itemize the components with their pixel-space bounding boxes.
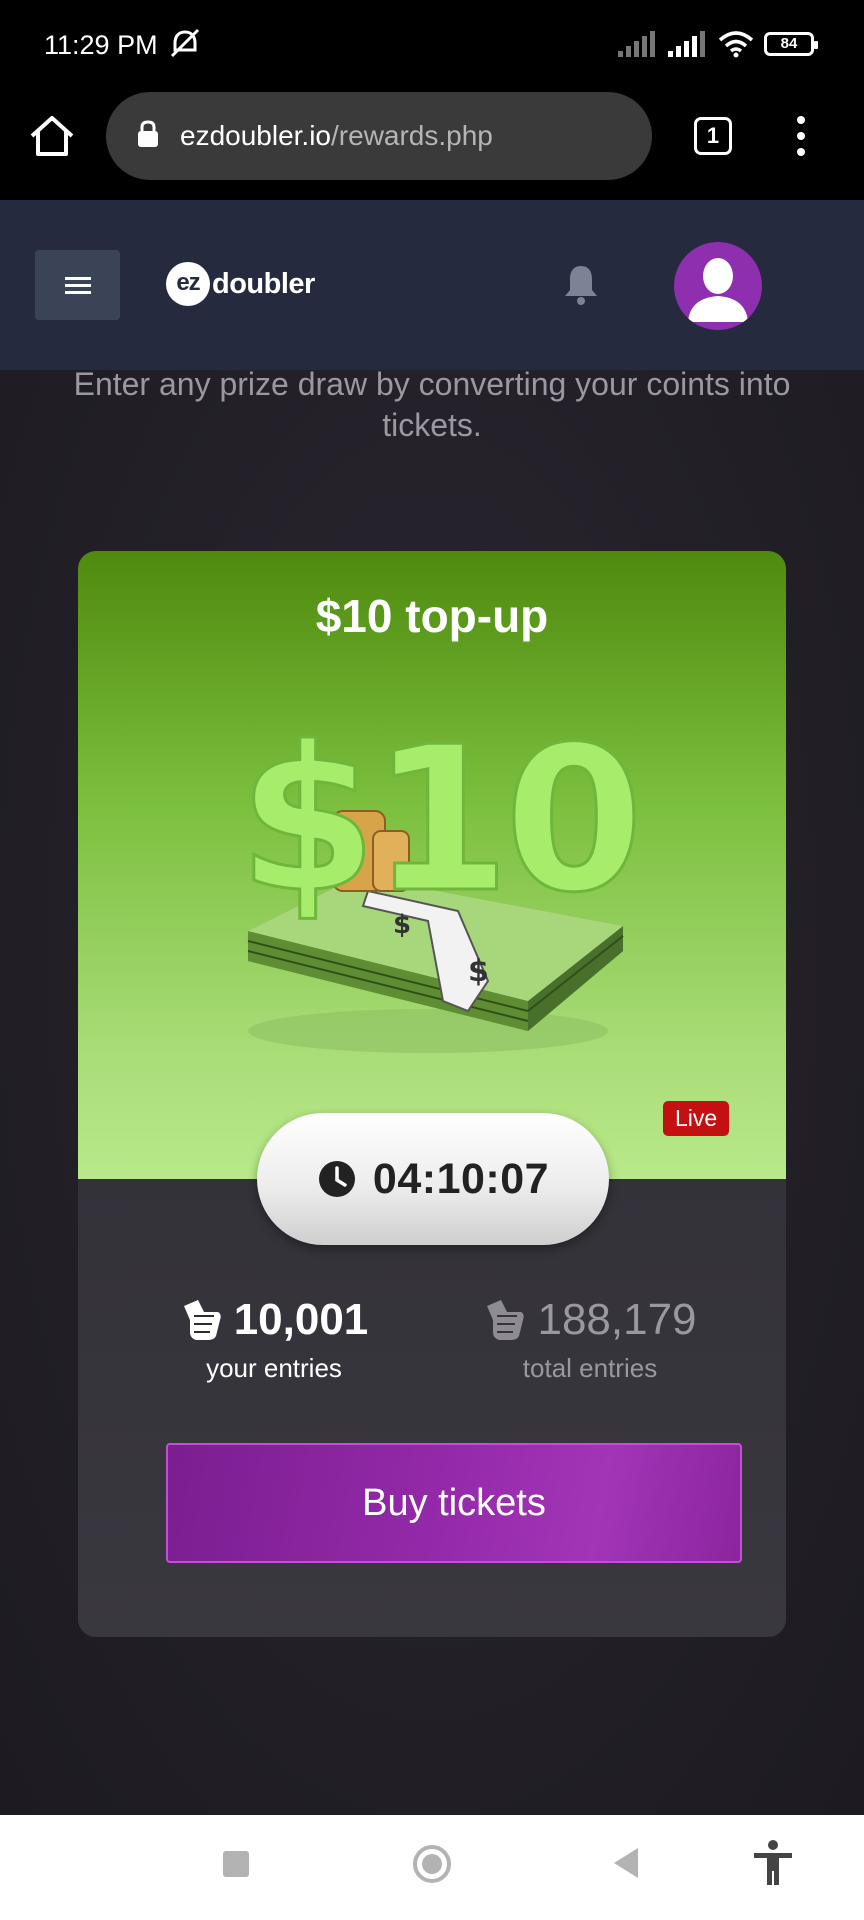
your-entries: 10,001 your entries [144,1295,404,1384]
total-entries-count: 188,179 [537,1295,697,1344]
ticket-hand-icon [183,1300,221,1340]
address-bar[interactable]: ezdoubler.io/rewards.php [106,92,652,180]
url-domain: ezdoubler.io [180,120,332,151]
intro-text: Enter any prize draw by converting your … [73,366,791,443]
logo-badge: ez [166,262,210,306]
status-bar: 11:29 PM 84 [0,0,864,92]
home-nav-icon[interactable] [413,1845,451,1883]
signal-icon [618,31,655,57]
your-entries-label: your entries [206,1353,342,1383]
total-entries-label: total entries [522,1353,658,1383]
battery-icon: 84 [764,32,818,56]
clock-icon [318,1161,355,1197]
status-icons: 84 [618,30,818,58]
money-stack-image: $ $ $10 [237,711,645,1053]
recents-icon[interactable] [223,1851,249,1877]
status-time: 11:29 PM [44,30,158,60]
tabs-button[interactable]: 1 [694,117,732,155]
browser-toolbar: ezdoubler.io/rewards.php 1 [0,92,864,200]
live-badge: Live [663,1101,730,1136]
wifi-icon [718,31,754,58]
more-menu-icon[interactable] [797,116,807,164]
svg-text:$: $ [468,954,489,989]
url-path: /rewards.php [331,120,493,151]
buy-tickets-button[interactable]: Buy tickets [166,1443,742,1563]
lock-icon [136,119,160,154]
avatar[interactable] [674,242,762,330]
hamburger-icon [64,277,91,294]
alarm-off-icon [168,28,202,65]
user-icon [688,258,748,322]
countdown-value: 04:10:07 [372,1154,550,1203]
logo[interactable]: ez doubler [166,262,315,306]
accessibility-icon[interactable] [752,1839,794,1887]
back-icon[interactable] [610,1846,640,1880]
total-entries: 188,179 total entries [460,1295,720,1384]
prize-art-amount: $10 [238,711,637,937]
your-entries-count: 10,001 [233,1295,369,1344]
screen: 11:29 PM 84 ezdoubler.io /rewards.php 1 … [0,0,864,1920]
prize-card-banner: $10 top-up $ $ $10 Live [78,551,786,1179]
signal-icon-2 [668,31,705,57]
prize-card: $10 top-up $ $ $10 Live 04:10:07 10,001 … [78,551,786,1637]
app-header: ez doubler [0,200,864,370]
hamburger-menu-button[interactable] [35,250,120,320]
main-content: Enter any prize draw by converting your … [0,366,864,1815]
home-icon[interactable] [28,114,76,163]
countdown-timer: 04:10:07 [257,1113,609,1245]
system-nav-bar [0,1815,864,1920]
logo-text: doubler [212,267,315,300]
bell-icon[interactable] [562,262,600,311]
ticket-hand-icon [487,1300,525,1340]
prize-title: $10 top-up [315,590,549,642]
